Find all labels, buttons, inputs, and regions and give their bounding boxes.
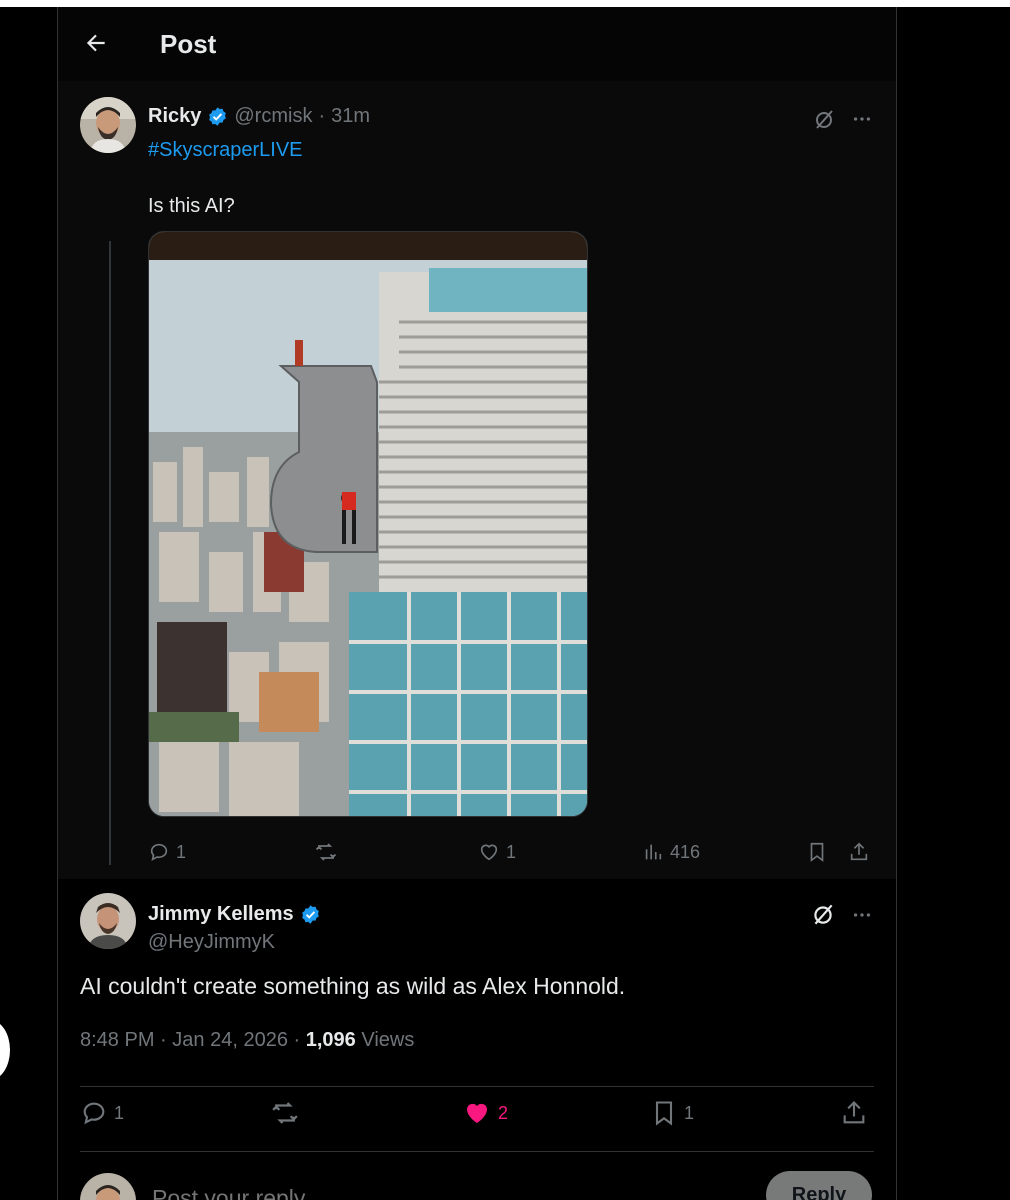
reply-button[interactable]: 1 <box>148 837 186 867</box>
parent-post[interactable]: Ricky @rcmisk · 31m #SkyscraperLIVE Is t… <box>58 81 896 879</box>
post-date[interactable]: Jan 24, 2026 <box>172 1029 288 1051</box>
focused-post: Jimmy Kellems @HeyJimmyK AI couldn't cre… <box>58 879 896 1200</box>
share-icon <box>850 842 868 861</box>
reply-submit-button[interactable]: Reply <box>766 1171 872 1200</box>
reply-count: 1 <box>114 1102 125 1123</box>
more-icon <box>853 913 871 917</box>
separator: · <box>293 1029 301 1051</box>
hashtag-link[interactable]: #SkyscraperLIVE <box>148 139 303 162</box>
avatar[interactable] <box>80 893 136 949</box>
views-button[interactable]: 416 <box>642 837 700 867</box>
separator: · <box>318 105 326 127</box>
post-time[interactable]: 31m <box>331 105 370 128</box>
post-image[interactable] <box>148 231 588 817</box>
author-handle[interactable]: @HeyJimmyK <box>148 931 275 954</box>
back-arrow-icon <box>86 34 105 52</box>
post-text: AI couldn't create something as wild as … <box>80 973 626 999</box>
divider <box>80 1086 874 1087</box>
top-edge <box>0 0 1010 7</box>
author-name[interactable]: Jimmy Kellems <box>148 903 294 926</box>
repost-button[interactable] <box>270 1093 306 1133</box>
more-button[interactable] <box>848 105 876 133</box>
grok-icon <box>816 110 833 129</box>
bookmark-icon <box>655 1101 673 1126</box>
author-handle[interactable]: @rcmisk <box>234 105 312 128</box>
views-count: 1,096 <box>305 1029 356 1051</box>
views-label: Views <box>361 1029 415 1051</box>
page-title: Post <box>160 29 217 59</box>
verified-badge-icon <box>209 107 227 126</box>
bookmark-icon <box>810 842 824 862</box>
bookmark-button[interactable] <box>806 837 828 867</box>
share-button[interactable] <box>840 1093 868 1133</box>
handle-line: @HeyJimmyK <box>148 931 275 954</box>
main-column: Post Ricky @rcmisk · 31m #SkyscraperLIVE… <box>57 7 897 1200</box>
author-line: Jimmy Kellems <box>148 903 321 926</box>
grok-button[interactable] <box>810 105 838 133</box>
like-button[interactable]: 1 <box>478 837 516 867</box>
author-name[interactable]: Ricky <box>148 105 201 128</box>
reply-icon <box>83 1102 105 1125</box>
divider <box>80 1151 874 1152</box>
grok-button[interactable] <box>808 899 838 929</box>
composer-avatar[interactable] <box>80 1173 136 1200</box>
share-button[interactable] <box>848 837 870 867</box>
views-icon <box>645 844 662 860</box>
more-icon <box>853 117 871 121</box>
repost-button[interactable] <box>314 837 344 867</box>
grok-icon <box>814 904 833 925</box>
thread-line <box>109 241 111 865</box>
back-button[interactable] <box>80 27 112 59</box>
like-icon <box>467 1103 487 1123</box>
page-header: Post <box>58 7 896 81</box>
like-icon <box>480 844 498 861</box>
repost-icon <box>272 1102 298 1124</box>
post-time[interactable]: 8:48 PM <box>80 1029 154 1051</box>
avatar[interactable] <box>80 97 136 153</box>
reply-button[interactable]: 1 <box>80 1093 124 1133</box>
like-count: 1 <box>506 841 517 862</box>
verified-badge-icon <box>301 905 319 924</box>
repost-icon <box>315 843 337 861</box>
bookmark-count: 1 <box>684 1102 695 1123</box>
post-text: Is this AI? <box>148 195 235 217</box>
reply-icon <box>150 843 168 861</box>
parent-action-row: 1 1 416 <box>148 837 868 867</box>
scroll-indicator[interactable] <box>0 1020 10 1080</box>
bookmark-button[interactable]: 1 <box>650 1093 694 1133</box>
share-icon <box>843 1101 865 1124</box>
focused-action-row: 1 2 1 <box>80 1093 874 1133</box>
like-count: 2 <box>498 1102 509 1123</box>
like-button[interactable]: 2 <box>462 1093 508 1133</box>
separator: · <box>160 1029 167 1051</box>
post-meta: 8:48 PM · Jan 24, 2026 · 1,096 Views <box>80 1029 414 1052</box>
author-line: Ricky @rcmisk · 31m <box>148 105 370 128</box>
reply-input[interactable] <box>152 1185 652 1200</box>
reply-count: 1 <box>176 841 187 862</box>
views-count: 416 <box>670 841 701 862</box>
more-button[interactable] <box>848 901 876 929</box>
